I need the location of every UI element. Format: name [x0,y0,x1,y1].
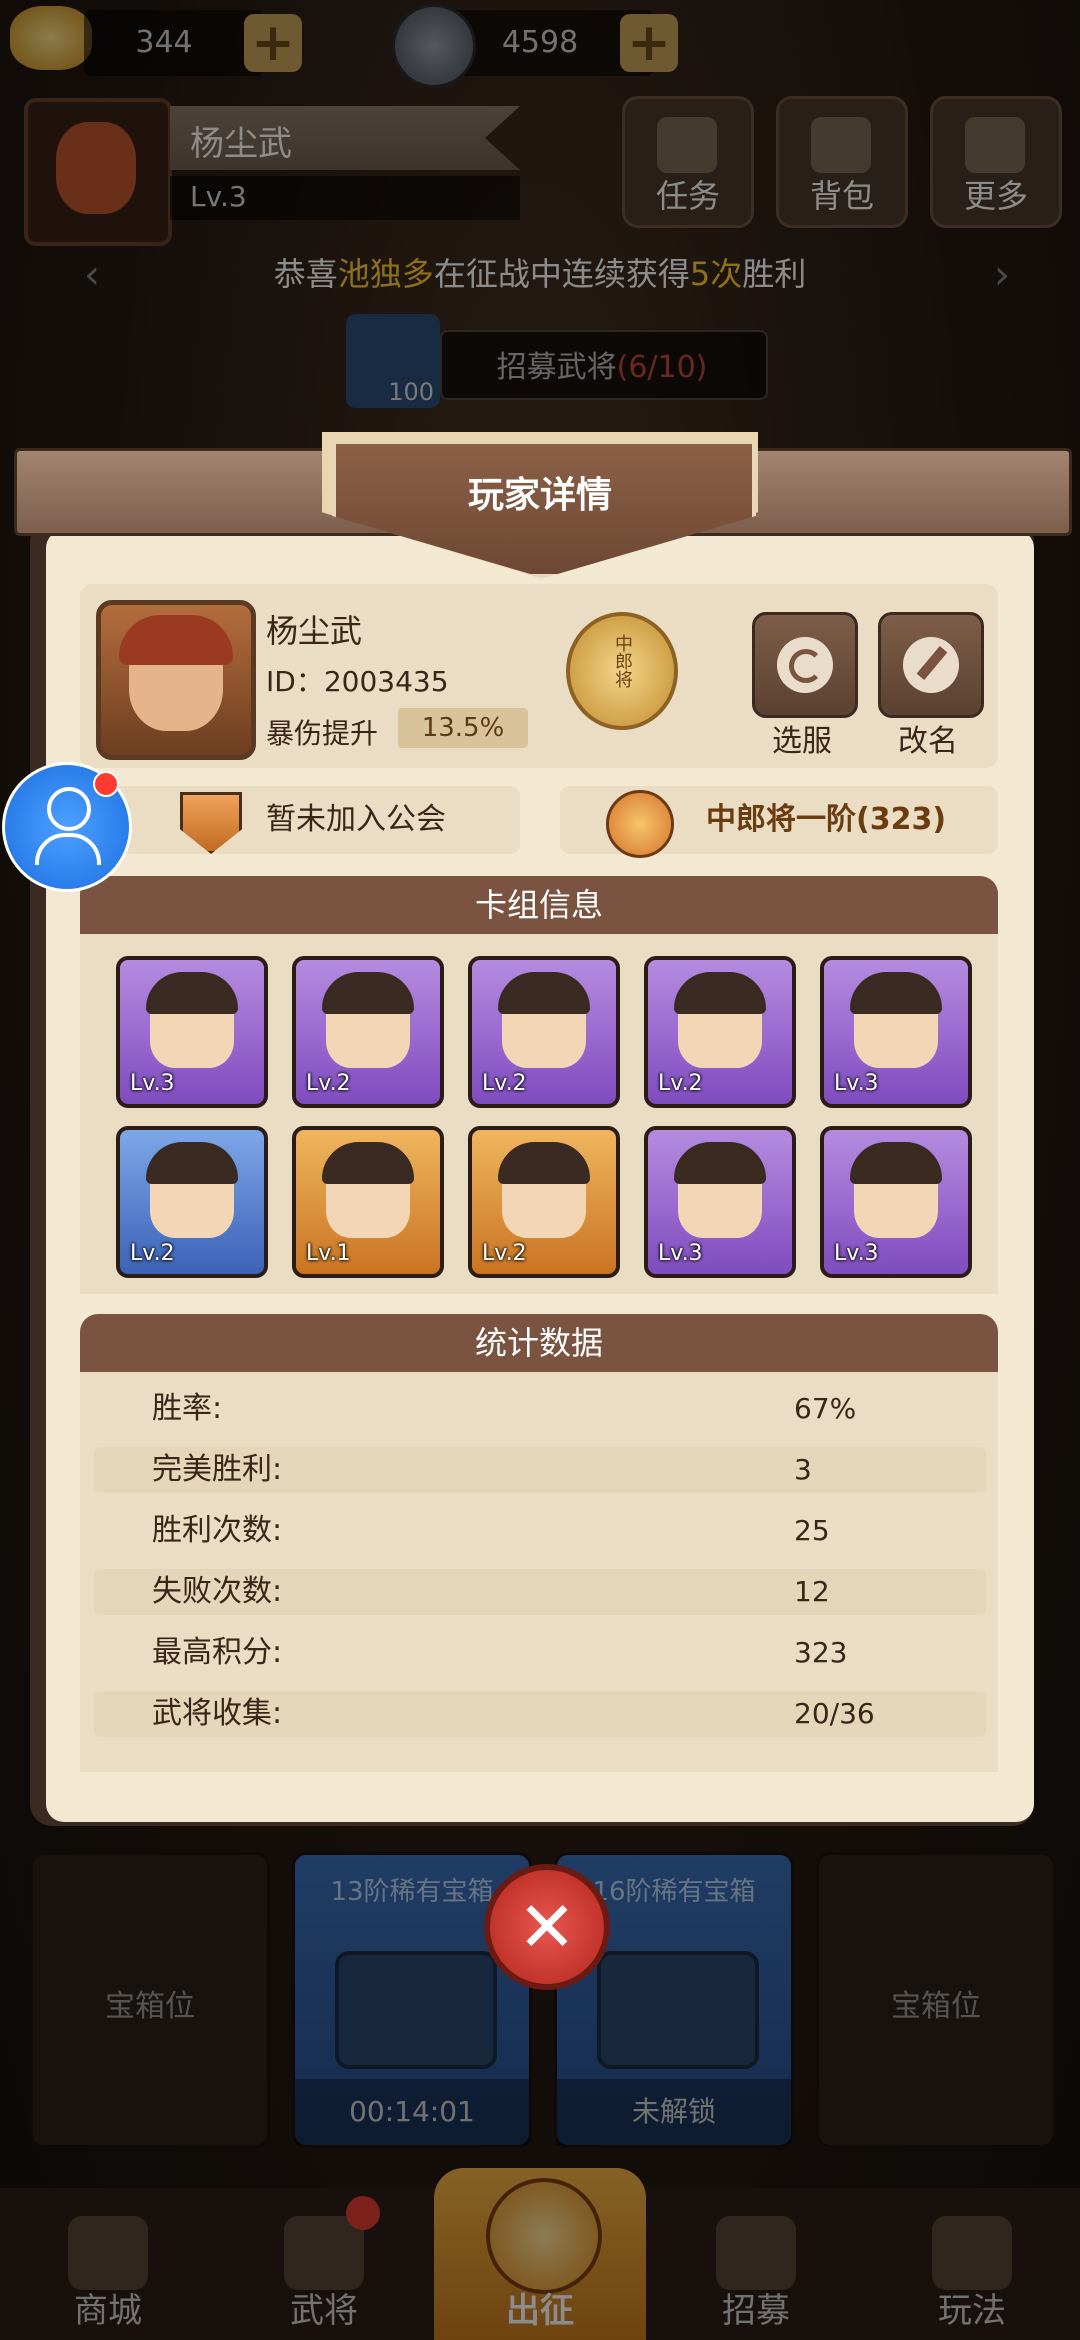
hero-helmet [498,1142,590,1184]
floating-assistant-button[interactable] [2,762,132,892]
hero-helmet [674,972,766,1014]
hero-card[interactable]: Lv.3 [820,956,972,1108]
hero-card[interactable]: Lv.3 [644,1126,796,1278]
rank-medal-icon [606,790,674,858]
rank-text: 中郎将一阶(323) [706,802,947,837]
stat-row: 胜利次数: 25 [94,1508,986,1554]
stats-header: 统计数据 [80,1314,998,1372]
hero-helmet [850,972,942,1014]
guild-shield-icon [180,792,242,854]
hero-card[interactable]: Lv.3 [820,1126,972,1278]
stat-row: 最高积分: 323 [94,1630,986,1676]
stat-value: 67% [794,1392,857,1425]
hero-level: Lv.3 [130,1071,175,1096]
hero-level: Lv.2 [482,1241,527,1266]
select-server-button[interactable] [752,612,858,718]
hero-helmet [146,972,238,1014]
stat-label: 武将收集: [152,1696,283,1731]
stat-label: 最高积分: [152,1635,283,1670]
hero-card[interactable]: Lv.2 [292,956,444,1108]
hero-level: Lv.3 [658,1241,703,1266]
stat-value: 3 [794,1453,812,1486]
hero-card[interactable]: Lv.2 [468,1126,620,1278]
close-icon: ✕ [517,1886,577,1968]
modal-title: 玩家详情 [467,475,612,516]
stat-label: 胜利次数: [152,1513,283,1548]
hero-level: Lv.2 [658,1071,703,1096]
stat-row: 武将收集: 20/36 [94,1691,986,1737]
stat-row: 完美胜利: 3 [94,1447,986,1493]
hero-helmet [146,1142,238,1184]
hero-helmet [322,972,414,1014]
user-icon [47,787,91,831]
stat-value: 12 [794,1575,830,1608]
hero-level: Lv.3 [834,1241,879,1266]
hero-helmet [498,972,590,1014]
hero-level: Lv.2 [306,1071,351,1096]
rank-status[interactable]: 中郎将一阶(323) [560,786,998,858]
profile-avatar [96,600,256,760]
stat-label: 失败次数: [152,1574,283,1609]
crit-value: 13.5% [398,708,528,748]
hero-helmet [674,1142,766,1184]
user-icon-body [35,833,101,865]
rename-label: 改名 [898,724,958,759]
crit-label: 暴伤提升 [266,717,379,750]
rank-badge-text: 中郎将 [612,634,633,688]
hero-level: Lv.1 [306,1241,351,1266]
hero-card[interactable]: Lv.3 [116,956,268,1108]
stat-value: 25 [794,1514,830,1547]
close-button[interactable]: ✕ [484,1864,610,1990]
hero-card[interactable]: Lv.2 [468,956,620,1108]
guild-status[interactable]: 暂未加入公会 [94,786,520,854]
stat-label: 胜率: [152,1391,223,1426]
guild-text: 暂未加入公会 [266,802,446,837]
hero-level: Lv.2 [130,1241,175,1266]
stat-label: 完美胜利: [152,1452,283,1487]
deck-header: 卡组信息 [80,876,998,934]
rename-button[interactable] [878,612,984,718]
hero-level: Lv.3 [834,1071,879,1096]
stat-value: 323 [794,1636,848,1669]
hero-card[interactable]: Lv.1 [292,1126,444,1278]
hero-helmet [322,1142,414,1184]
stat-value: 20/36 [794,1697,875,1730]
hero-helmet [850,1142,942,1184]
profile-id: ID：2003435 [266,665,449,698]
hero-card[interactable]: Lv.2 [644,956,796,1108]
profile-name: 杨尘武 [266,612,363,650]
stat-row: 胜率: 67% [94,1386,986,1432]
refresh-icon [777,637,833,693]
hero-level: Lv.2 [482,1071,527,1096]
edit-icon [903,637,959,693]
stat-row: 失败次数: 12 [94,1569,986,1615]
hero-card[interactable]: Lv.2 [116,1126,268,1278]
rank-badge-icon: 中郎将 [566,612,678,730]
select-server-label: 选服 [772,724,832,759]
notification-dot [93,771,119,797]
